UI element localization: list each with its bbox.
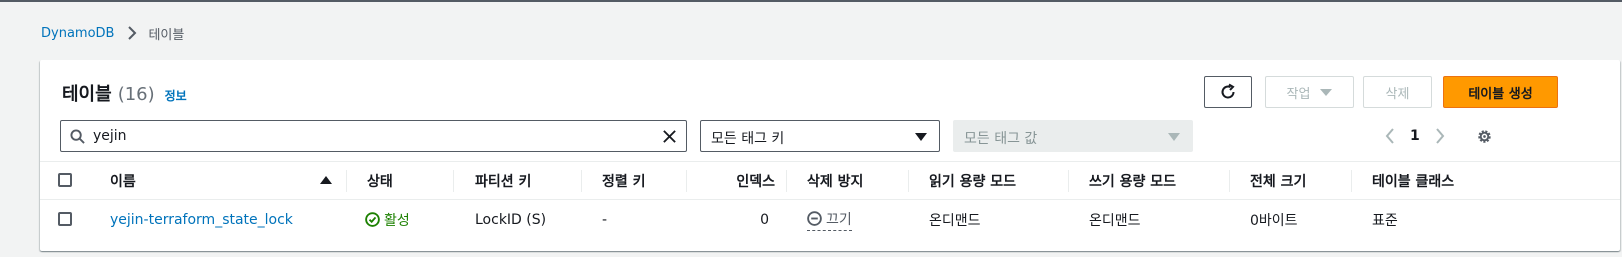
search-icon: [70, 129, 85, 144]
caret-down-icon: [1320, 88, 1333, 96]
status-cell: 활성: [365, 200, 410, 239]
tag-keys-select-value: 모든 태그 키: [711, 131, 785, 147]
select-all-checkbox[interactable]: [58, 173, 72, 187]
column-divider: [786, 170, 787, 192]
actions-button[interactable]: 작업: [1265, 76, 1354, 108]
chevron-right-icon[interactable]: [1434, 128, 1446, 144]
column-header-status[interactable]: 상태: [367, 162, 393, 199]
caret-down-icon: [1168, 133, 1180, 141]
size-cell: 0바이트: [1250, 212, 1298, 229]
breadcrumb-dynamodb-link[interactable]: DynamoDB: [41, 26, 114, 41]
panel-header: 테이블 (16) 정보: [62, 80, 187, 105]
chevron-left-icon[interactable]: [1384, 128, 1396, 144]
table-class-cell: 표준: [1372, 212, 1398, 229]
column-divider: [453, 170, 454, 192]
column-divider: [1229, 170, 1230, 192]
breadcrumb: DynamoDB 테이블: [41, 22, 184, 44]
top-border: [0, 0, 1622, 2]
row-checkbox[interactable]: [58, 212, 72, 226]
create-table-button[interactable]: 테이블 생성: [1443, 76, 1558, 108]
column-header-partition-key[interactable]: 파티션 키: [475, 162, 531, 199]
column-header-read-mode[interactable]: 읽기 용량 모드: [929, 162, 1016, 199]
delete-button[interactable]: 삭제: [1363, 76, 1432, 108]
column-divider: [686, 170, 687, 192]
indexes-cell: 0: [760, 211, 769, 228]
table-name-link[interactable]: yejin-terraform_state_lock: [110, 200, 293, 239]
pagination: 1: [1384, 122, 1493, 150]
deletion-protection-text: 끄기: [826, 211, 852, 228]
search-input-value: yejin: [93, 128, 127, 144]
page-title: 테이블: [62, 84, 112, 105]
close-icon[interactable]: [662, 129, 677, 144]
column-header-write-mode[interactable]: 쓰기 용량 모드: [1089, 162, 1176, 199]
info-link[interactable]: 정보: [165, 87, 187, 104]
column-header-name[interactable]: 이름: [110, 162, 136, 199]
column-header-deletion-protection[interactable]: 삭제 방지: [807, 162, 863, 199]
write-mode-cell: 온디맨드: [1089, 212, 1141, 229]
column-divider: [581, 170, 582, 192]
column-divider: [908, 170, 909, 192]
actions-button-label: 작업: [1286, 86, 1311, 102]
deletion-protection-cell: 끄기: [807, 200, 852, 239]
column-header-sort-key[interactable]: 정렬 키: [602, 162, 646, 199]
tables-panel: 테이블 (16) 정보 작업 삭제 테이블 생성 yejin 모든 태그 키 모…: [40, 60, 1620, 251]
caret-down-icon: [915, 133, 927, 141]
table-name[interactable]: yejin-terraform_state_lock: [110, 212, 293, 228]
column-divider: [346, 170, 347, 192]
refresh-button[interactable]: [1204, 76, 1252, 108]
refresh-icon: [1221, 83, 1235, 99]
read-mode-cell: 온디맨드: [929, 212, 981, 229]
page-number[interactable]: 1: [1410, 128, 1420, 144]
tag-values-select-value: 모든 태그 값: [964, 131, 1038, 147]
column-divider: [1351, 170, 1352, 192]
column-divider: [1068, 170, 1069, 192]
column-header-indexes[interactable]: 인덱스: [707, 162, 775, 199]
sort-ascending-icon[interactable]: [320, 176, 332, 184]
check-circle-icon: [365, 212, 380, 227]
sort-key-cell: -: [602, 211, 608, 228]
breadcrumb-current: 테이블: [148, 27, 185, 43]
partition-key-cell: LockID (S): [475, 211, 547, 228]
chevron-right-icon: [128, 26, 137, 40]
tag-values-select: 모든 태그 값: [953, 120, 1193, 152]
column-header-size[interactable]: 전체 크기: [1250, 162, 1306, 199]
tag-keys-select[interactable]: 모든 태그 키: [700, 120, 940, 152]
column-header-table-class[interactable]: 테이블 클래스: [1372, 162, 1454, 199]
deletion-protection-status[interactable]: 끄기: [807, 209, 852, 231]
gear-icon[interactable]: [1476, 128, 1493, 145]
status-text: 활성: [384, 212, 410, 229]
status-badge: 활성: [365, 210, 410, 230]
minus-circle-icon: [807, 211, 822, 226]
search-input[interactable]: yejin: [60, 120, 687, 152]
table-count: (16): [117, 84, 155, 105]
